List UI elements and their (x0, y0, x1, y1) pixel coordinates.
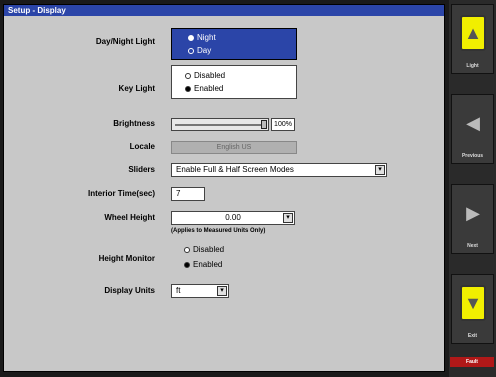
slider-track (175, 124, 265, 126)
softkey-next-button[interactable]: ▶ Next (451, 184, 494, 254)
locale-field: English US (171, 141, 297, 154)
slider-thumb[interactable] (261, 120, 267, 129)
display-units-dropdown[interactable]: ft ▾ (171, 284, 229, 298)
window-title: Setup - Display (4, 5, 444, 16)
radio-icon (184, 246, 190, 253)
fault-status-bar: Fault (450, 357, 494, 367)
day-night-option-night[interactable]: Night (188, 33, 216, 42)
day-night-radio-group[interactable]: Night Day (171, 28, 297, 60)
softkey-label: Next (467, 243, 478, 249)
wheel-height-note: (Applies to Measured Units Only) (171, 228, 266, 234)
day-night-label: Day/Night Light (95, 37, 155, 46)
height-monitor-option-enabled[interactable]: Enabled (184, 260, 222, 269)
softkey-label: Previous (461, 153, 484, 159)
radio-icon (184, 261, 190, 268)
brightness-value: 100% (271, 118, 295, 131)
wheel-height-label: Wheel Height (104, 213, 155, 222)
wheel-height-dropdown[interactable]: 0.00 ▾ (171, 211, 295, 225)
dropdown-arrow-icon[interactable]: ▾ (217, 286, 227, 296)
softkey-light-button[interactable]: ▲ Light (451, 4, 494, 74)
interior-time-input[interactable]: 7 (171, 187, 205, 201)
height-monitor-option-disabled[interactable]: Disabled (184, 245, 224, 254)
right-arrow-icon: ▶ (466, 202, 480, 223)
sliders-value: Enable Full & Half Screen Modes (176, 165, 294, 174)
key-light-label: Key Light (118, 84, 155, 93)
wheel-height-value: 0.00 (225, 213, 241, 222)
interior-time-label: Interior Time(sec) (88, 189, 155, 198)
dropdown-arrow-icon[interactable]: ▾ (283, 213, 293, 223)
radio-icon (185, 85, 191, 92)
key-light-option-enabled[interactable]: Enabled (185, 84, 223, 93)
radio-icon (188, 34, 194, 41)
softkey-previous-button[interactable]: ◀ Previous (451, 94, 494, 164)
height-monitor-label: Height Monitor (98, 254, 155, 263)
locale-label: Locale (129, 142, 155, 151)
sliders-dropdown[interactable]: Enable Full & Half Screen Modes ▾ (171, 163, 387, 177)
brightness-slider[interactable] (171, 118, 269, 131)
day-night-option-day[interactable]: Day (188, 46, 211, 55)
softkey-label: Light (466, 63, 479, 69)
down-arrow-icon: ▼ (460, 285, 486, 321)
dropdown-arrow-icon[interactable]: ▾ (375, 165, 385, 175)
key-light-radio-group[interactable]: Disabled Enabled (171, 65, 297, 99)
display-units-label: Display Units (104, 286, 155, 295)
display-units-value: ft (176, 286, 181, 295)
softkey-sidebar: ▲ Light ◀ Previous ▶ Next ▼ Exit (449, 0, 496, 377)
softkey-exit-button[interactable]: ▼ Exit (451, 274, 494, 344)
display-setup-window: Setup - Display Day/Night Light Night Da… (3, 4, 445, 372)
key-light-option-disabled[interactable]: Disabled (185, 71, 225, 80)
left-arrow-icon: ◀ (466, 112, 480, 133)
up-arrow-icon: ▲ (460, 15, 486, 51)
radio-icon (188, 47, 194, 54)
brightness-label: Brightness (113, 119, 155, 128)
radio-icon (185, 72, 191, 79)
sliders-label: Sliders (128, 165, 155, 174)
softkey-label: Exit (467, 333, 478, 339)
